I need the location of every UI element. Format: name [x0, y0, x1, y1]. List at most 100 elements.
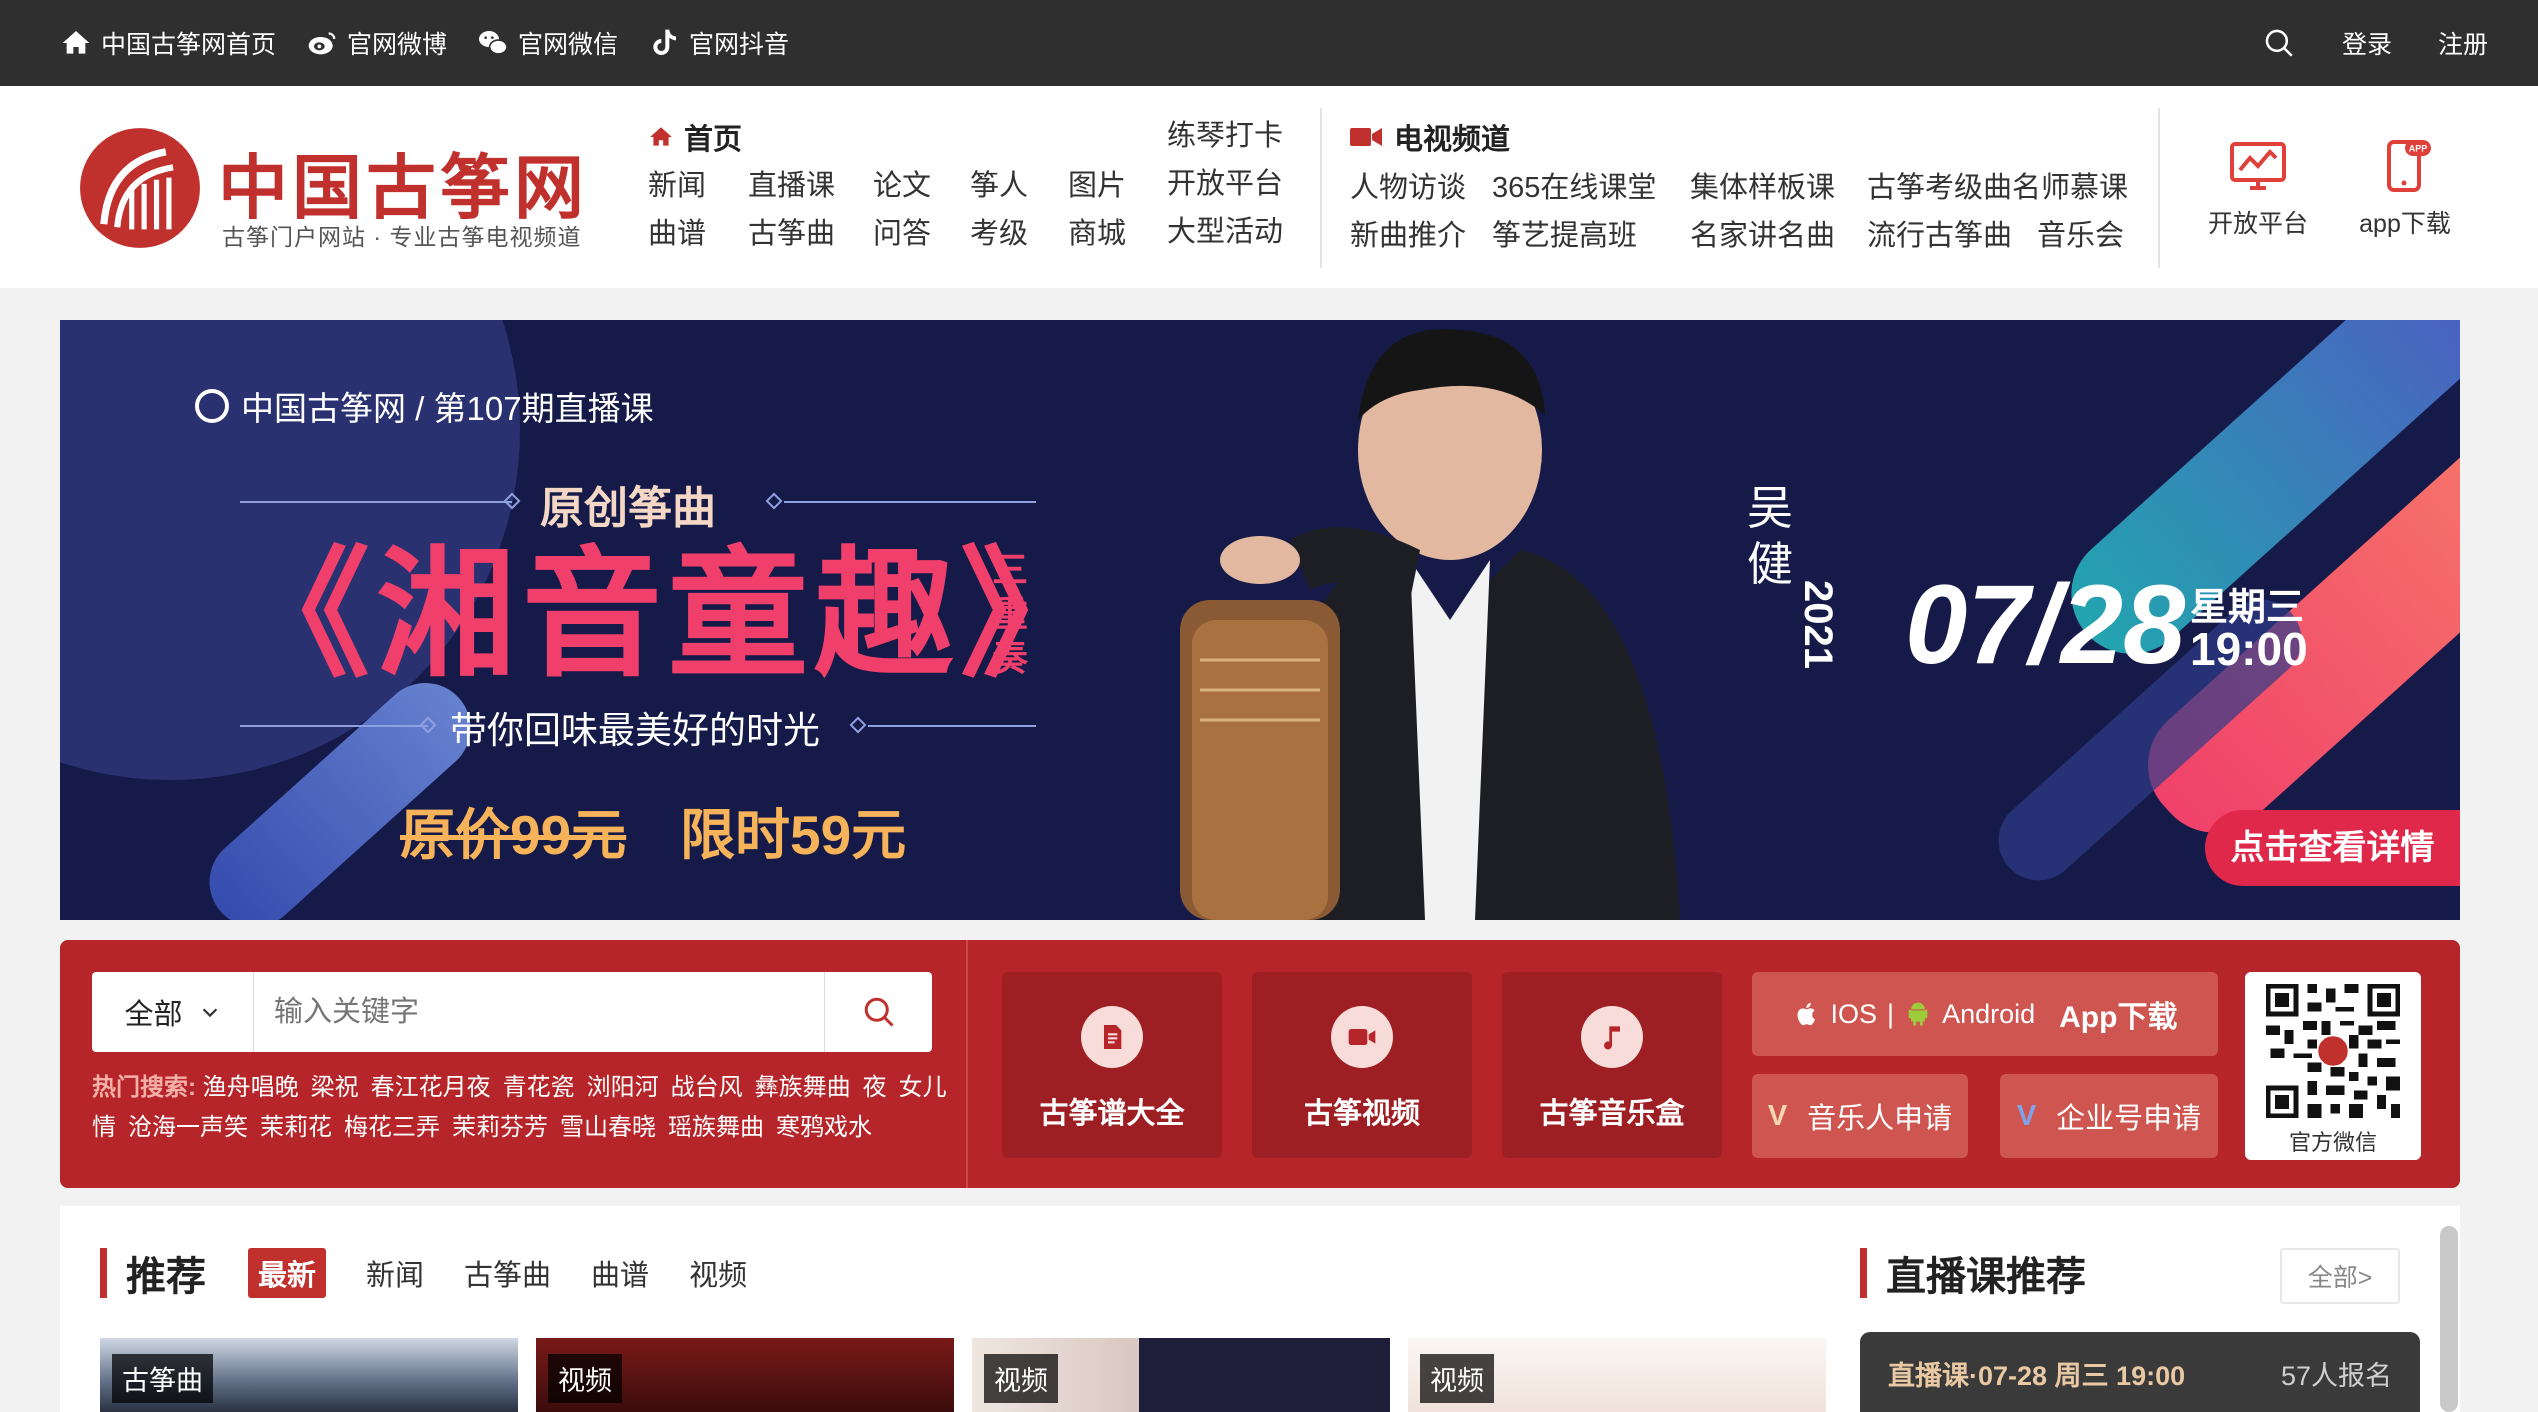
login-link[interactable]: 登录 [2342, 25, 2392, 61]
tv-item-exam-mooc[interactable]: 古筝考级曲名师慕课 [1867, 164, 2128, 206]
search-input[interactable] [254, 972, 824, 1052]
search-scope-select[interactable]: 全部 [92, 972, 254, 1052]
tab-news[interactable]: 新闻 [366, 1252, 424, 1294]
hot-term[interactable]: 瑶族舞曲 [668, 1114, 764, 1141]
app-download-link[interactable]: APP app下载 [2345, 136, 2465, 240]
hot-term[interactable]: 雪山春晓 [560, 1114, 656, 1141]
search-band: 全部 热门搜索: 渔舟唱晚梁祝春江花月夜青花瓷浏阳河战台风彝族舞曲夜女儿情沧海一… [60, 940, 2460, 1188]
banner-details-button[interactable]: 点击查看详情 [2205, 810, 2460, 886]
banner-year: 2021 [1796, 580, 1840, 669]
tab-guzheng-music[interactable]: 古筝曲 [464, 1252, 551, 1294]
tab-scores[interactable]: 曲谱 [591, 1252, 649, 1294]
live-class-card[interactable]: 直播课·07-28 周三 19:00 57人报名 [1860, 1332, 2420, 1412]
monitor-chart-icon [2230, 142, 2286, 190]
recommend-card[interactable]: 视频 [1408, 1338, 1826, 1412]
nav-item-open-platform[interactable]: 开放平台 [1167, 160, 1283, 208]
nav-item-photos[interactable]: 图片 [1068, 162, 1126, 210]
tv-item-interviews[interactable]: 人物访谈 [1350, 164, 1492, 206]
open-platform-link[interactable]: 开放平台 [2198, 136, 2318, 240]
search-box: 全部 [92, 972, 932, 1052]
deco-line [868, 725, 1036, 727]
recommend-title: 推荐 [126, 1255, 206, 1299]
nav-item-people[interactable]: 筝人 [970, 162, 1028, 210]
tv-item-skill-class[interactable]: 筝艺提高班 [1492, 212, 1690, 254]
weibo-icon [308, 32, 336, 55]
nav-item-scores[interactable]: 曲谱 [648, 210, 706, 258]
view-all-button[interactable]: 全部> [2280, 1248, 2400, 1304]
nav-col-2: 直播课 古筝曲 [748, 162, 835, 258]
nav-item-qa[interactable]: 问答 [873, 210, 931, 258]
tv-item-concert[interactable]: 音乐会 [2037, 212, 2124, 254]
nav-item-papers[interactable]: 论文 [873, 162, 931, 210]
quick-scores-button[interactable]: 古筝谱大全 [1002, 972, 1222, 1158]
card-category-label: 视频 [1420, 1354, 1494, 1403]
tv-item-365-online[interactable]: 365在线课堂 [1492, 164, 1690, 206]
hot-searches: 热门搜索: 渔舟唱晚 梁祝 春江花月夜 青花瓷 浏阳河 战台风 彝族舞曲夜女儿情 沧海一声笑茉… [92, 1068, 962, 1148]
nav-item-exam[interactable]: 考级 [970, 210, 1028, 258]
hot-term[interactable]: 茉莉花 [260, 1114, 332, 1141]
app-download-label: app下载 [2359, 210, 2451, 238]
nav-item-live-class[interactable]: 直播课 [748, 162, 835, 210]
tv-item-new-songs[interactable]: 新曲推介 [1350, 212, 1492, 254]
home-icon [650, 127, 672, 146]
hot-term[interactable]: 浏阳河 [587, 1074, 659, 1101]
top-link-douyin[interactable]: 官网抖音 [648, 25, 789, 61]
hot-term[interactable]: 梁祝 [311, 1074, 359, 1101]
tab-latest[interactable]: 最新 [248, 1248, 327, 1298]
banner-vertical-tag: 三重奏 [991, 549, 1028, 678]
live-class-signups: 57人报名 [2280, 1361, 2392, 1391]
hot-term[interactable]: 彝族舞曲 [755, 1074, 851, 1101]
tv-item-model-class[interactable]: 集体样板课 [1690, 164, 1867, 206]
tab-videos[interactable]: 视频 [689, 1252, 747, 1294]
hot-search-label: 热门搜索: [92, 1074, 196, 1101]
top-link-weibo[interactable]: 官网微博 [306, 25, 447, 61]
nav-item-guzheng-music[interactable]: 古筝曲 [748, 210, 835, 258]
apple-icon [1797, 1002, 1815, 1026]
hot-term[interactable]: 沧海一声笑 [128, 1114, 248, 1141]
tv-item-masters[interactable]: 名家讲名曲 [1690, 212, 1867, 254]
scrollbar-thumb[interactable] [2440, 1226, 2458, 1412]
hot-term[interactable]: 春江花月夜 [371, 1074, 491, 1101]
tv-item-pop-guzheng[interactable]: 流行古筝曲 [1867, 212, 2037, 254]
recommend-card[interactable]: 视频 [972, 1338, 1390, 1412]
hot-term[interactable]: 战台风 [671, 1074, 743, 1101]
nav-item-news[interactable]: 新闻 [648, 162, 706, 210]
deco-diamond [849, 716, 867, 734]
musician-apply-button[interactable]: V 音乐人申请 [1752, 1074, 1968, 1158]
card-category-label: 视频 [548, 1354, 622, 1403]
hot-term[interactable]: 茉莉芬芳 [452, 1114, 548, 1141]
register-link[interactable]: 注册 [2438, 25, 2488, 61]
hot-term[interactable]: 夜 [863, 1074, 887, 1101]
top-link-home[interactable]: 中国古筝网首页 [60, 25, 276, 61]
enterprise-apply-button[interactable]: V 企业号申请 [2000, 1074, 2218, 1158]
banner-tagline: 带你回味最美好的时光 [450, 710, 820, 751]
logo-slogan: 古筝门户网站 · 专业古筝电视频道 [222, 224, 582, 250]
app-download-button[interactable]: IOS | Android App下载 [1752, 972, 2218, 1056]
quick-videos-button[interactable]: 古筝视频 [1252, 972, 1472, 1158]
banner-title: 《湘音童趣》 [230, 536, 1107, 693]
hot-term[interactable]: 渔舟唱晚 [203, 1074, 299, 1101]
nav-item-mall[interactable]: 商城 [1068, 210, 1126, 258]
recommend-card[interactable]: 视频 [536, 1338, 954, 1412]
app-android-label: Android [1942, 998, 2036, 1029]
nav-home[interactable]: 首页 [648, 116, 742, 158]
top-link-wechat[interactable]: 官网微信 [477, 25, 618, 61]
search-icon[interactable] [2262, 26, 2296, 60]
hot-term[interactable]: 梅花三弄 [344, 1114, 440, 1141]
search-button[interactable] [824, 972, 932, 1052]
nav-item-practice-checkin[interactable]: 练琴打卡 [1167, 112, 1283, 160]
v-badge-icon: V [1767, 1099, 1788, 1132]
top-link-weibo-label: 官网微博 [347, 31, 448, 59]
quick-musicbox-label: 古筝音乐盒 [1539, 1098, 1685, 1130]
logo-emblem-icon [80, 128, 200, 248]
promo-banner[interactable]: 中国古筝网 / 第107期直播课 原创筝曲 《湘音童趣》 三重奏 带你回味最美好… [60, 320, 2460, 920]
site-header: 中国古筝网 古筝门户网站 · 专业古筝电视频道 首页 新闻 曲谱 直播课 古筝曲… [0, 86, 2538, 288]
open-platform-label: 开放平台 [2207, 210, 2308, 238]
nav-item-events[interactable]: 大型活动 [1167, 208, 1283, 256]
quick-musicbox-button[interactable]: 古筝音乐盒 [1502, 972, 1722, 1158]
hot-term[interactable]: 青花瓷 [503, 1074, 575, 1101]
hot-term[interactable]: 寒鸦戏水 [776, 1114, 872, 1141]
site-logo[interactable]: 中国古筝网 古筝门户网站 · 专业古筝电视频道 [78, 126, 598, 256]
teacher-photo [1180, 329, 1680, 920]
recommend-card[interactable]: 古筝曲 [100, 1338, 518, 1412]
